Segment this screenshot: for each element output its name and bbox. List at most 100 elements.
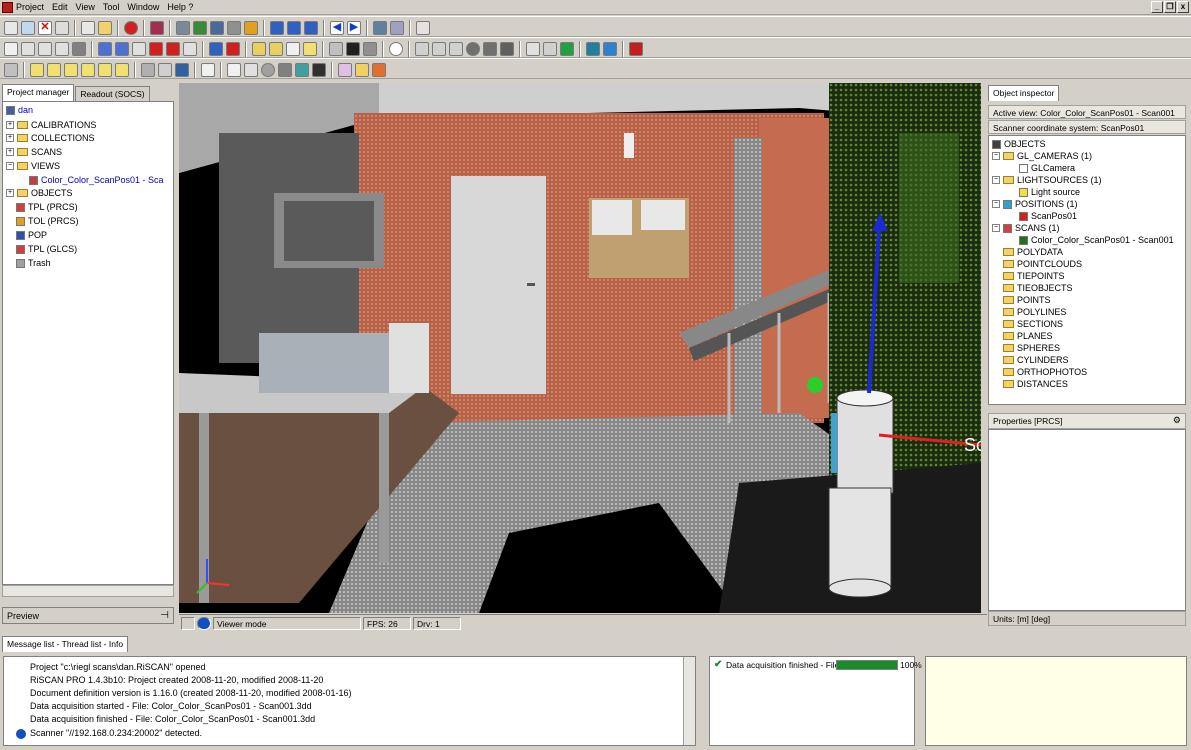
cube-front-icon[interactable] [30, 63, 44, 77]
close-button[interactable]: x [1177, 1, 1189, 13]
obj-tree-positions[interactable]: − POSITIONS (1) [992, 199, 1078, 209]
info-icon[interactable] [389, 42, 403, 56]
obj-tree-distances[interactable]: DISTANCES [1003, 379, 1068, 389]
frame-fill-icon[interactable] [303, 42, 317, 56]
star-outline-icon[interactable] [183, 42, 197, 56]
cube-right-icon[interactable] [81, 63, 95, 77]
delete-icon[interactable]: ✕ [38, 21, 52, 35]
obj-tree-scans[interactable]: − SCANS (1) [992, 223, 1060, 233]
frame-icon[interactable] [286, 42, 300, 56]
new-project-icon[interactable] [4, 21, 18, 35]
flag-red-icon[interactable] [166, 42, 180, 56]
cube-top-icon[interactable] [98, 63, 112, 77]
tree-item-view-color[interactable]: Color_Color_ScanPos01 - Sca [29, 175, 164, 185]
measure-icon[interactable] [415, 42, 429, 56]
open-icon[interactable] [21, 21, 35, 35]
obj-tree-orthophotos[interactable]: ORTHOPHOTOS [1003, 367, 1087, 377]
obj-tree-tiepoints[interactable]: TIEPOINTS [1003, 271, 1065, 281]
image-icon[interactable] [193, 21, 207, 35]
layers-icon[interactable] [329, 42, 343, 56]
obj-tree-glcamera[interactable]: GLCamera [1019, 163, 1075, 173]
collapse-icon[interactable]: − [992, 200, 1000, 208]
menu-project[interactable]: Project [16, 2, 44, 12]
tree-item-calibrations[interactable]: + CALIBRATIONS [6, 120, 96, 130]
horizontal-scrollbar[interactable] [2, 585, 174, 597]
shade-icon[interactable] [261, 63, 275, 77]
tab-project-manager[interactable]: Project manager [2, 84, 75, 101]
collapse-icon[interactable]: − [6, 162, 14, 170]
star-select-icon[interactable] [98, 42, 112, 56]
obj-tree-points[interactable]: POINTS [1003, 295, 1051, 305]
axes-icon[interactable] [244, 63, 258, 77]
grid-icon[interactable] [252, 42, 266, 56]
color-triangle-icon[interactable] [629, 42, 643, 56]
tab-object-inspector[interactable]: Object inspector [988, 85, 1060, 101]
tile-vertical-icon[interactable] [287, 21, 301, 35]
folder-icon[interactable] [98, 21, 112, 35]
cross-icon[interactable] [449, 42, 463, 56]
obj-tree-polylines[interactable]: POLYLINES [1003, 307, 1066, 317]
obj-tree-tieobjects[interactable]: TIEOBJECTS [1003, 283, 1073, 293]
camera-icon[interactable] [227, 21, 241, 35]
menu-edit[interactable]: Edit [52, 2, 68, 12]
star-red-icon[interactable] [149, 42, 163, 56]
layers-color-icon[interactable] [295, 63, 309, 77]
cube-bottom-icon[interactable] [115, 63, 129, 77]
xyz-icon[interactable] [338, 63, 352, 77]
green-square-icon[interactable] [560, 42, 574, 56]
scan-icon[interactable] [176, 21, 190, 35]
star-add-icon[interactable] [115, 42, 129, 56]
pointer-icon[interactable] [4, 42, 18, 56]
grid-select-icon[interactable] [269, 42, 283, 56]
sphere-icon[interactable] [466, 42, 480, 56]
asterisk-icon[interactable] [543, 42, 557, 56]
grid-red-icon[interactable] [372, 63, 386, 77]
obj-tree-polydata[interactable]: POLYDATA [1003, 247, 1063, 257]
ping-icon[interactable] [416, 21, 430, 35]
obj-tree-cylinders[interactable]: CYLINDERS [1003, 355, 1069, 365]
tree-item-collections[interactable]: + COLLECTIONS [6, 133, 95, 143]
tree-item-views[interactable]: − VIEWS [6, 161, 60, 171]
cube-back-icon[interactable] [47, 63, 61, 77]
rect-icon[interactable] [278, 63, 292, 77]
export-icon[interactable] [312, 63, 326, 77]
obj-tree-objects[interactable]: OBJECTS [992, 139, 1046, 149]
palette-icon[interactable] [244, 21, 258, 35]
blob-icon[interactable] [483, 42, 497, 56]
collapse-icon[interactable]: − [992, 152, 1000, 160]
view-iso-icon[interactable] [141, 63, 155, 77]
forward-arrow-icon[interactable]: ▶ [347, 21, 361, 35]
expand-icon[interactable]: + [6, 189, 14, 197]
triangle-blue-icon[interactable] [209, 42, 223, 56]
collapse-icon[interactable]: − [992, 176, 1000, 184]
tab-readout[interactable]: Readout (SOCS) [75, 86, 150, 101]
select-poly-icon[interactable] [38, 42, 52, 56]
obj-tree-scanpos01[interactable]: ScanPos01 [1019, 211, 1077, 221]
cube-left-icon[interactable] [64, 63, 78, 77]
tree-item-tol-prcs[interactable]: TOL (PRCS) [16, 216, 79, 226]
settings-icon[interactable] [390, 21, 404, 35]
obj-tree-gl-cameras[interactable]: − GL_CAMERAS (1) [992, 151, 1092, 161]
triangle-red-icon[interactable] [226, 42, 240, 56]
menu-view[interactable]: View [76, 2, 95, 12]
tree-item-tpl-glcs[interactable]: TPL (GLCS) [16, 244, 77, 254]
collapse-icon[interactable]: − [992, 224, 1000, 232]
expand-icon[interactable]: + [6, 148, 14, 156]
copy-view-icon[interactable] [181, 617, 195, 630]
obj-tree-spheres[interactable]: SPHERES [1003, 343, 1060, 353]
select-circle-icon[interactable] [55, 42, 69, 56]
scanner-icon[interactable] [210, 21, 224, 35]
view-grid-icon[interactable] [175, 63, 189, 77]
obj-tree-lightsources[interactable]: − LIGHTSOURCES (1) [992, 175, 1102, 185]
tree-item-tpl-prcs[interactable]: TPL (PRCS) [16, 202, 78, 212]
restore-button[interactable]: ❐ [1164, 1, 1176, 13]
tree-item-objects[interactable]: + OBJECTS [6, 188, 73, 198]
plugin-icon[interactable] [373, 21, 387, 35]
cube-icon[interactable] [500, 42, 514, 56]
triangle-icon[interactable] [72, 42, 86, 56]
walk-icon[interactable] [201, 63, 215, 77]
obj-tree-pointclouds[interactable]: POINTCLOUDS [1003, 259, 1082, 269]
tab-message-list[interactable]: Message list - Thread list - Info [2, 636, 129, 652]
expand-icon[interactable]: + [6, 134, 14, 142]
back-arrow-icon[interactable]: ◀ [330, 21, 344, 35]
